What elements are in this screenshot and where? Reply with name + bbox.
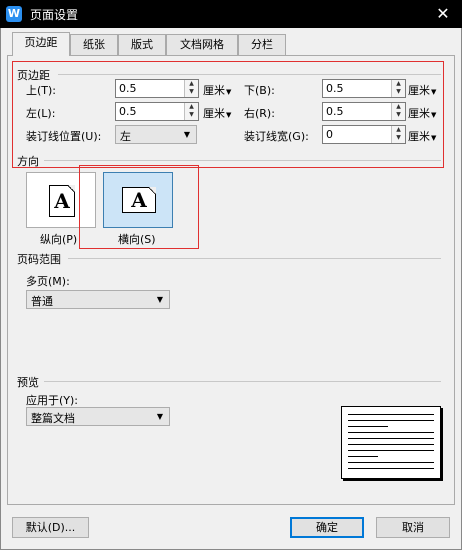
cancel-button[interactable]: 取消 [376, 517, 450, 538]
preview-text-line [348, 414, 434, 415]
preview-text-line [348, 444, 434, 445]
multi-page-value: 普通 [31, 295, 53, 308]
preview-text-line [348, 456, 378, 457]
chevron-down-icon: ▼ [156, 295, 163, 304]
preview-text-line [348, 432, 434, 433]
preview-text-line [348, 438, 434, 439]
preview-text-line [348, 426, 388, 427]
multi-page-select[interactable]: 普通 ▼ [26, 290, 170, 309]
portrait-label[interactable]: 纵向(P) [40, 231, 77, 247]
default-button[interactable]: 默认(D)... [12, 517, 89, 538]
preview-page-thumbnail [341, 406, 441, 479]
preview-text-line [348, 450, 434, 451]
page-range-section-title: 页码范围 [17, 251, 63, 267]
apply-to-select[interactable]: 整篇文档 ▼ [26, 407, 170, 426]
margins-highlight-box [12, 61, 444, 168]
multi-page-label: 多页(M): [26, 275, 70, 288]
apply-to-value: 整篇文档 [31, 412, 75, 425]
page-range-rule [68, 258, 441, 259]
preview-text-line [348, 468, 434, 469]
preview-text-line [348, 420, 434, 421]
preview-text-line [348, 462, 434, 463]
portrait-page-icon: A [49, 185, 75, 217]
ok-button[interactable]: 确定 [290, 517, 364, 538]
chevron-down-icon: ▼ [156, 412, 163, 421]
apply-to-label: 应用于(Y): [26, 394, 79, 407]
preview-rule [44, 381, 441, 382]
landscape-highlight-box [79, 165, 199, 249]
preview-section-title: 预览 [17, 374, 41, 390]
panel-content: 页边距 上(T): 0.5 ▲ ▼ 厘米▼ 下(B): 0.5 ▲ ▼ 厘米▼ 左(… [0, 0, 462, 550]
